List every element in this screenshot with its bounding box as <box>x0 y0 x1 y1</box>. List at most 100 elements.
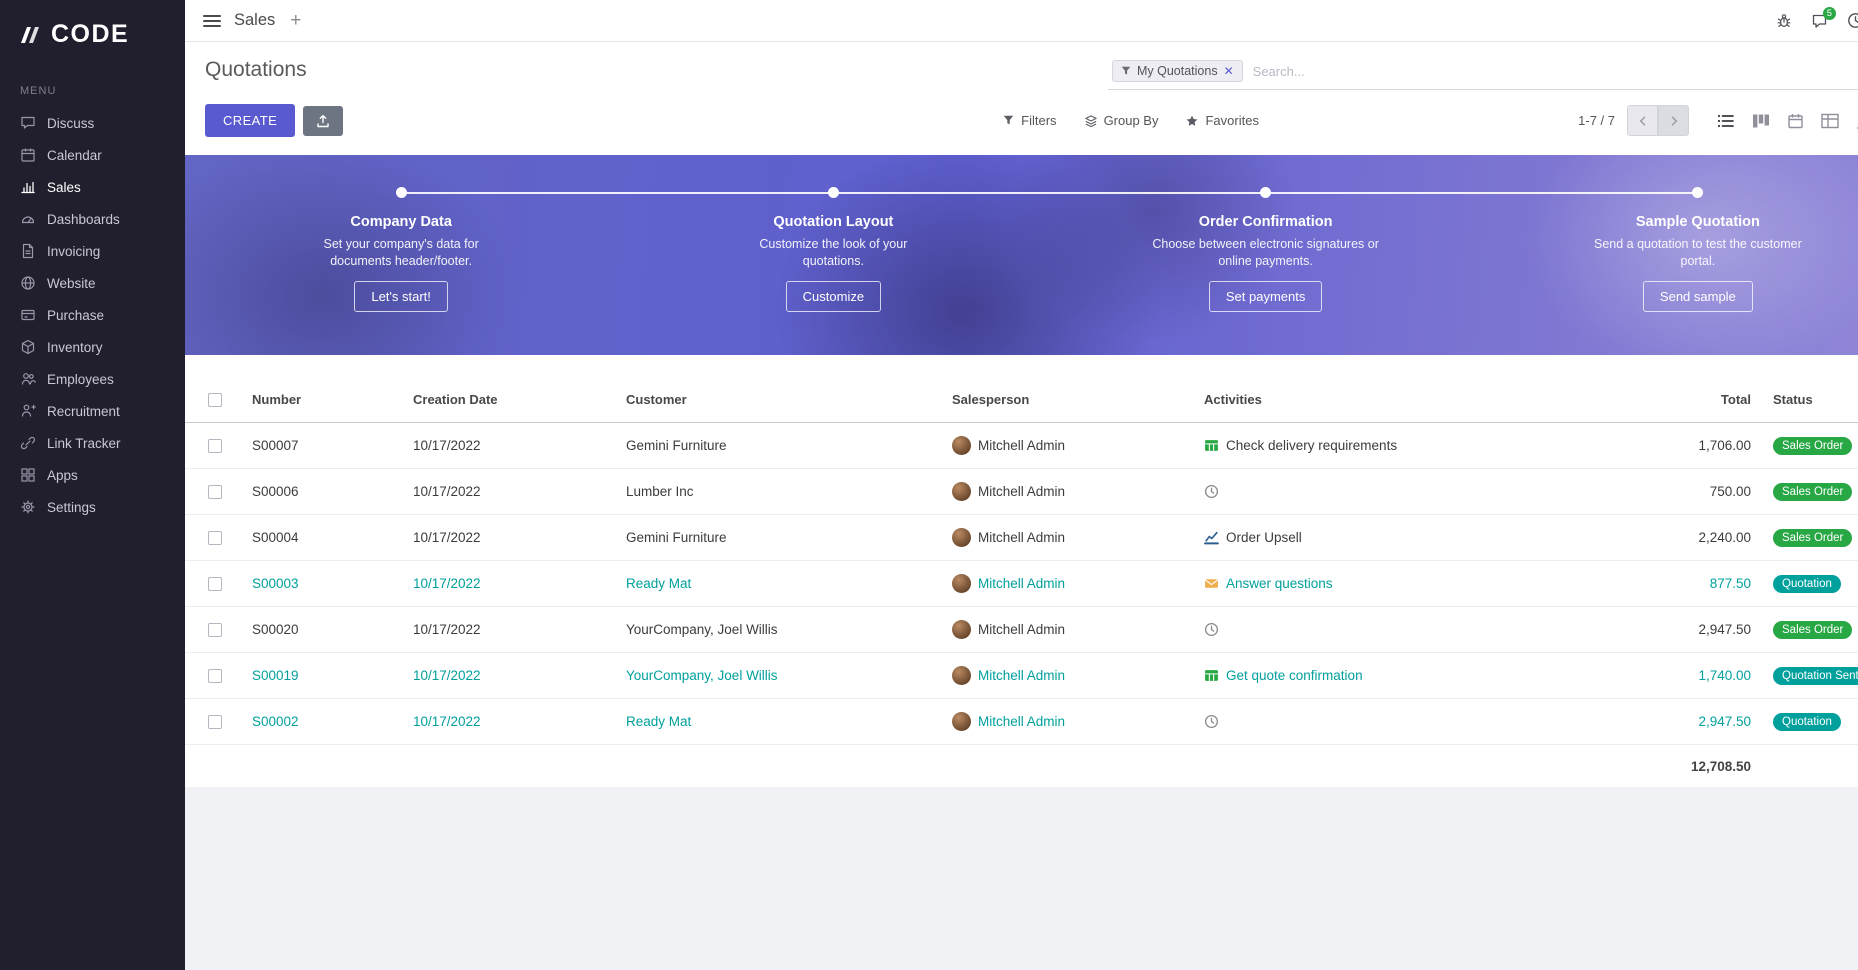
sidebar-item-settings[interactable]: Settings <box>0 491 185 523</box>
current-app-name[interactable]: Sales <box>234 11 275 30</box>
group-by-label: Group By <box>1104 113 1159 128</box>
sidebar-item-inventory[interactable]: Inventory <box>0 331 185 363</box>
facet-remove-icon[interactable]: ✕ <box>1224 64 1234 78</box>
cell-salesperson: Mitchell Admin <box>978 530 1065 545</box>
sidebar-item-label: Link Tracker <box>47 436 121 451</box>
cell-creation-date: 10/17/2022 <box>409 438 622 453</box>
status-badge: Quotation Sent <box>1773 667 1858 685</box>
row-checkbox[interactable] <box>208 531 222 545</box>
salesperson-avatar <box>952 574 971 593</box>
pager-previous-button[interactable] <box>1627 105 1658 136</box>
app-logo[interactable]: CODE <box>0 0 185 61</box>
cell-number: S00003 <box>233 576 409 591</box>
sidebar-item-link-tracker[interactable]: Link Tracker <box>0 427 185 459</box>
messages-icon[interactable]: 5 <box>1811 13 1828 29</box>
filters-button[interactable]: Filters <box>1003 113 1056 128</box>
customize-button[interactable]: Customize <box>786 281 881 312</box>
sidebar-item-label: Employees <box>47 372 114 387</box>
row-checkbox[interactable] <box>208 485 222 499</box>
step-title: Company Data <box>185 214 617 230</box>
plus-icon[interactable]: + <box>290 11 301 30</box>
group-by-button[interactable]: Group By <box>1085 113 1159 128</box>
pager-next-button[interactable] <box>1658 105 1689 136</box>
line-chart-icon <box>1204 530 1219 545</box>
column-header-number[interactable]: Number <box>233 392 409 407</box>
search-bar[interactable]: My Quotations ✕ <box>1108 58 1858 90</box>
step-dot <box>396 187 407 198</box>
sidebar-item-website[interactable]: Website <box>0 267 185 299</box>
select-all-checkbox[interactable] <box>208 393 222 407</box>
list-view-icon[interactable] <box>1717 113 1735 129</box>
table-row[interactable]: S00002 10/17/2022 Ready Mat Mitchell Adm… <box>185 699 1858 745</box>
cell-salesperson: Mitchell Admin <box>978 576 1065 591</box>
search-facet-my-quotations[interactable]: My Quotations ✕ <box>1112 60 1243 82</box>
sidebar-item-label: Apps <box>47 468 78 483</box>
bug-icon[interactable] <box>1776 13 1792 29</box>
sidebar-item-sales[interactable]: Sales <box>0 171 185 203</box>
footer-total: 12,708.50 <box>1620 759 1758 774</box>
cell-customer: YourCompany, Joel Willis <box>622 668 948 683</box>
sidebar-item-discuss[interactable]: Discuss <box>0 107 185 139</box>
upload-button[interactable] <box>303 106 343 136</box>
spreadsheet-icon <box>1204 668 1219 683</box>
row-checkbox[interactable] <box>208 439 222 453</box>
cell-activity[interactable]: Answer questions <box>1226 576 1333 591</box>
search-input[interactable] <box>1243 64 1858 79</box>
cell-number: S00019 <box>233 668 409 683</box>
sidebar-item-recruitment[interactable]: Recruitment <box>0 395 185 427</box>
sidebar-item-calendar[interactable]: Calendar <box>0 139 185 171</box>
sidebar-item-purchase[interactable]: Purchase <box>0 299 185 331</box>
hamburger-menu-icon[interactable] <box>203 14 221 28</box>
sidebar-item-dashboards[interactable]: Dashboards <box>0 203 185 235</box>
step-title: Sample Quotation <box>1482 214 1858 230</box>
column-header-customer[interactable]: Customer <box>622 392 948 407</box>
activities-clock-icon[interactable]: 1 <box>1847 12 1858 29</box>
kanban-view-icon[interactable] <box>1752 113 1770 129</box>
row-checkbox[interactable] <box>208 715 222 729</box>
sidebar-item-employees[interactable]: Employees <box>0 363 185 395</box>
sidebar-item-invoicing[interactable]: Invoicing <box>0 235 185 267</box>
cell-activity[interactable]: Check delivery requirements <box>1226 438 1397 453</box>
set-payments-button[interactable]: Set payments <box>1209 281 1323 312</box>
favorites-button[interactable]: Favorites <box>1186 113 1258 128</box>
table-row[interactable]: S00020 10/17/2022 YourCompany, Joel Will… <box>185 607 1858 653</box>
search-options: Filters Group By Favorites <box>1003 113 1259 128</box>
column-header-creation-date[interactable]: Creation Date <box>409 392 622 407</box>
table-row[interactable]: S00019 10/17/2022 YourCompany, Joel Will… <box>185 653 1858 699</box>
cell-salesperson: Mitchell Admin <box>978 438 1065 453</box>
sidebar-item-label: Settings <box>47 500 96 515</box>
row-checkbox[interactable] <box>208 623 222 637</box>
send-sample-button[interactable]: Send sample <box>1643 281 1753 312</box>
table-row[interactable]: S00004 10/17/2022 Gemini Furniture Mitch… <box>185 515 1858 561</box>
cell-creation-date: 10/17/2022 <box>409 484 622 499</box>
create-button[interactable]: CREATE <box>205 104 295 137</box>
row-checkbox[interactable] <box>208 669 222 683</box>
table-row[interactable]: S00003 10/17/2022 Ready Mat Mitchell Adm… <box>185 561 1858 607</box>
salesperson-avatar <box>952 482 971 501</box>
logo-text: CODE <box>51 20 129 49</box>
link-icon <box>20 435 36 451</box>
salesperson-avatar <box>952 666 971 685</box>
column-header-status[interactable]: Status <box>1758 392 1858 407</box>
sidebar-item-apps[interactable]: Apps <box>0 459 185 491</box>
column-header-total[interactable]: Total <box>1620 392 1758 407</box>
cell-activity[interactable]: Get quote confirmation <box>1226 668 1363 683</box>
lets-start-button[interactable]: Let's start! <box>354 281 448 312</box>
cell-customer: Gemini Furniture <box>622 438 948 453</box>
cell-total: 877.50 <box>1620 576 1758 591</box>
cell-activity[interactable]: Order Upsell <box>1226 530 1302 545</box>
column-header-salesperson[interactable]: Salesperson <box>948 392 1200 407</box>
pager: 1-7 / 7 <box>1578 105 1689 136</box>
discuss-icon <box>20 115 36 131</box>
calendar-view-icon[interactable] <box>1787 113 1804 129</box>
table-row[interactable]: S00006 10/17/2022 Lumber Inc Mitchell Ad… <box>185 469 1858 515</box>
pivot-view-icon[interactable] <box>1821 113 1839 129</box>
column-header-activities[interactable]: Activities <box>1200 392 1620 407</box>
cell-customer: Ready Mat <box>622 576 948 591</box>
cell-creation-date: 10/17/2022 <box>409 576 622 591</box>
page-title: Quotations <box>205 58 307 82</box>
row-checkbox[interactable] <box>208 577 222 591</box>
status-badge: Sales Order <box>1773 483 1852 501</box>
cell-number: S00006 <box>233 484 409 499</box>
table-row[interactable]: S00007 10/17/2022 Gemini Furniture Mitch… <box>185 423 1858 469</box>
